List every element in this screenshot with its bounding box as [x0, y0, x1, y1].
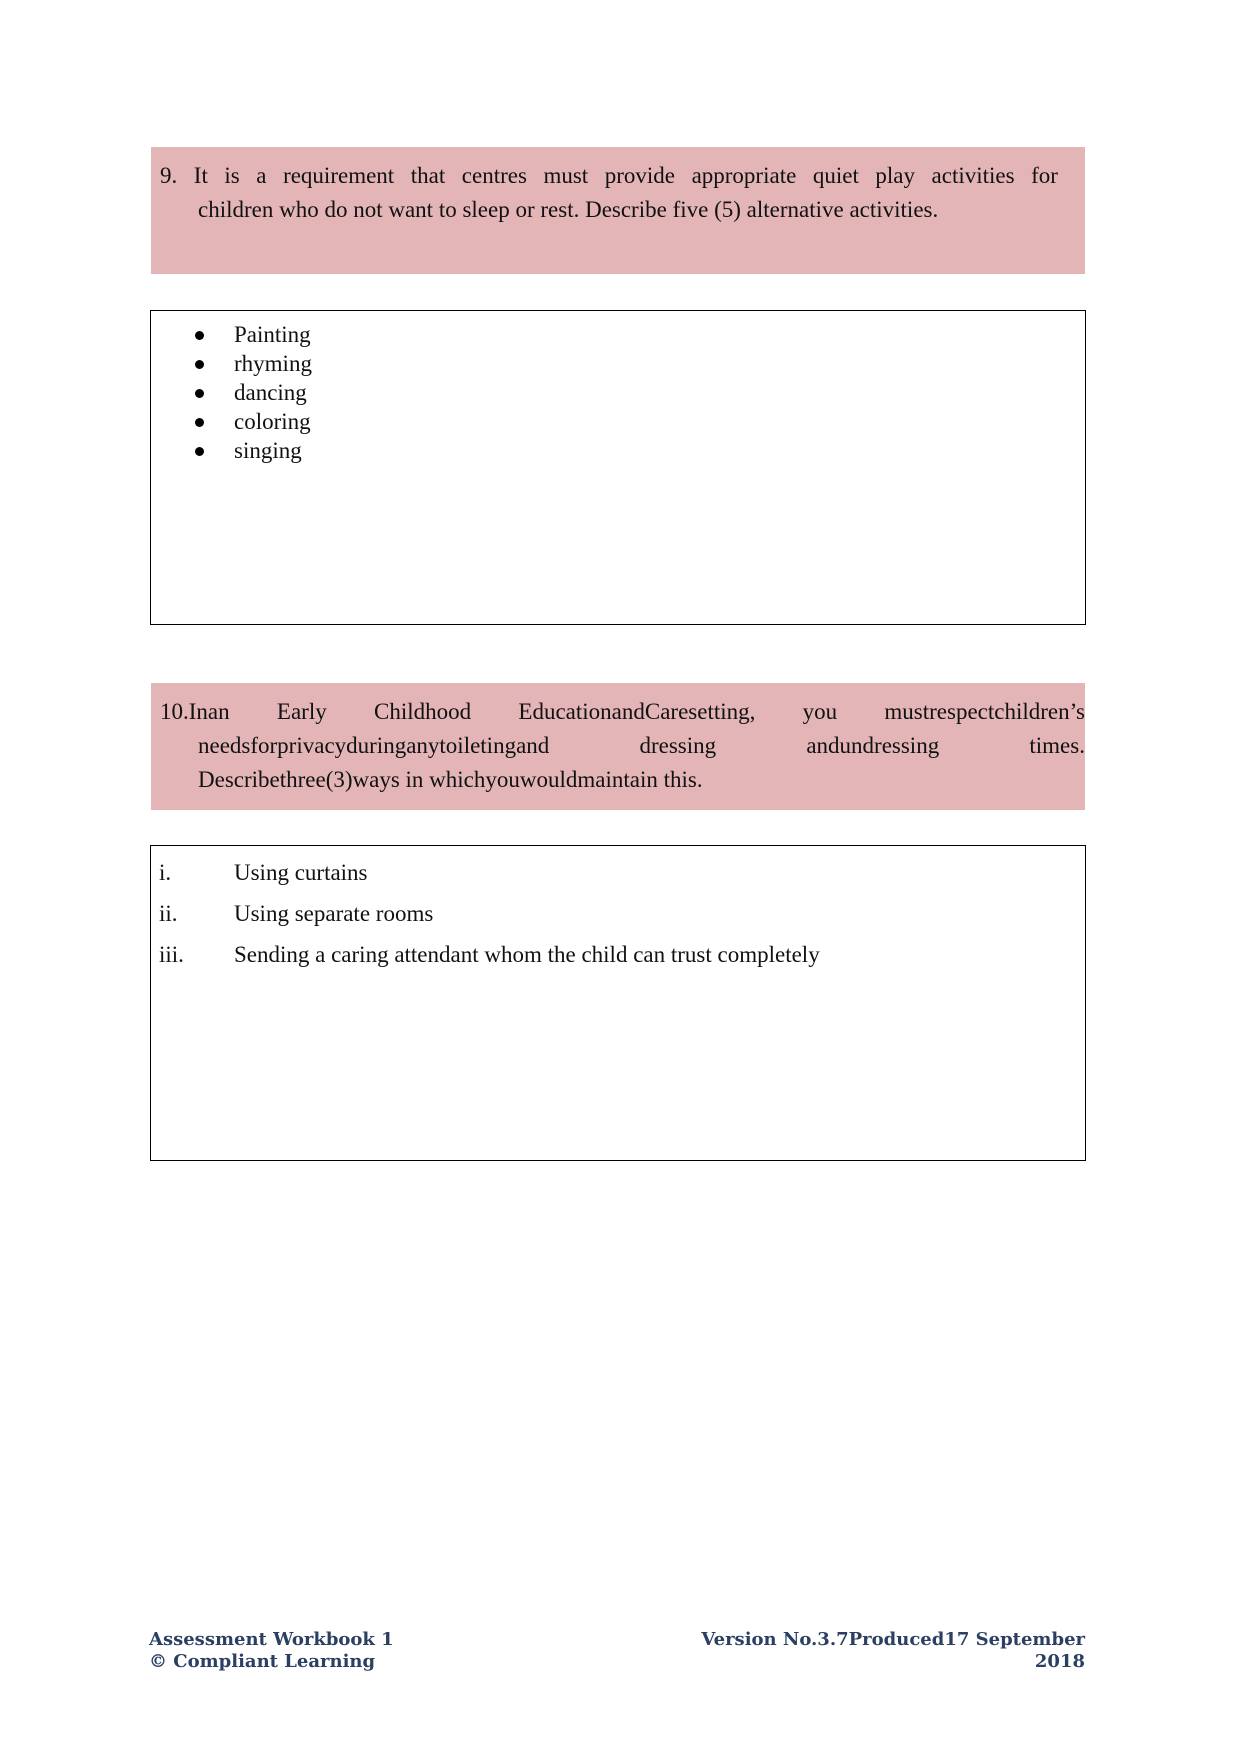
version-info: Version No.3.7Produced17 September: [701, 1629, 1085, 1650]
answer-box-10[interactable]: i. Using curtains ii. Using separate roo…: [150, 845, 1086, 1161]
question-10-prompt: 10.Inan Early Childhood EducationandCare…: [151, 683, 1085, 810]
bullet-icon: [195, 360, 204, 369]
bullet-icon: [195, 389, 204, 398]
list-item: rhyming: [151, 349, 312, 378]
list-item: i. Using curtains: [159, 858, 820, 899]
answer-10-list: i. Using curtains ii. Using separate roo…: [159, 858, 820, 981]
footer-right: Version No.3.7Produced17 September 2018: [701, 1629, 1085, 1673]
question-number: 10.: [160, 699, 189, 724]
list-item: coloring: [151, 407, 312, 436]
question-9-prompt: 9. It is a requirement that centres must…: [151, 147, 1085, 274]
question-10-line-1: 10.Inan Early Childhood EducationandCare…: [160, 699, 1085, 724]
list-marker: i.: [159, 860, 172, 885]
list-item: iii. Sending a caring attendant whom the…: [159, 940, 820, 981]
question-9-line-1: 9. It is a requirement that centres must…: [160, 159, 1058, 193]
answer-9-list: Painting rhyming dancing coloring singin…: [151, 320, 312, 465]
bullet-icon: [195, 331, 204, 340]
question-10-line-2: needsforprivacyduringanytoiletingand dre…: [198, 733, 1085, 758]
list-item: ii. Using separate rooms: [159, 899, 820, 940]
list-marker: ii.: [159, 901, 178, 926]
answer-box-9[interactable]: Painting rhyming dancing coloring singin…: [150, 310, 1086, 625]
question-10-line-3: Describethree(3)ways in whichyouwouldmai…: [198, 767, 703, 792]
copyright: © Compliant Learning: [149, 1651, 376, 1672]
workbook-title: Assessment Workbook 1: [149, 1629, 394, 1650]
bullet-icon: [195, 447, 204, 456]
version-year: 2018: [1034, 1651, 1085, 1672]
list-item: dancing: [151, 378, 312, 407]
list-item: Painting: [151, 320, 312, 349]
footer-left: Assessment Workbook 1 © Compliant Learni…: [149, 1629, 394, 1673]
bullet-icon: [195, 418, 204, 427]
question-9-line-2: children who do not want to sleep or res…: [198, 197, 939, 222]
list-marker: iii.: [159, 942, 184, 967]
list-item: singing: [151, 436, 312, 465]
question-number: 9.: [160, 163, 178, 188]
